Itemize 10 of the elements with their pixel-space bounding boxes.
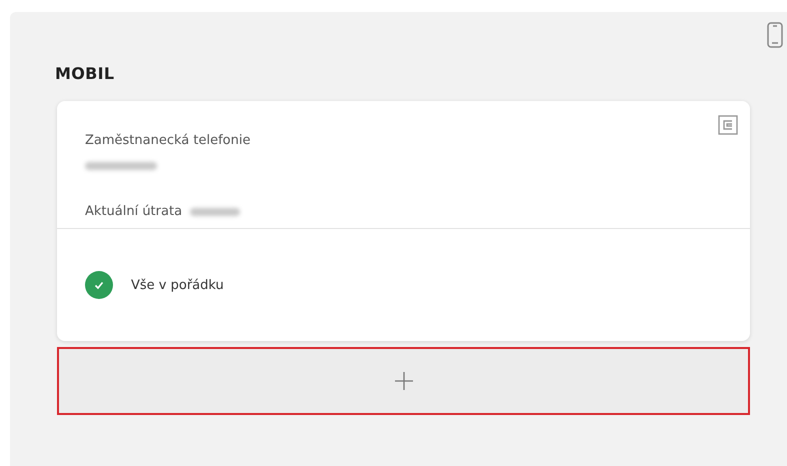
add-button[interactable] xyxy=(57,347,750,415)
card-icon[interactable] xyxy=(718,115,738,135)
phone-icon xyxy=(767,22,783,48)
section-title: MOBIL xyxy=(55,64,116,83)
service-name: Zaměstnanecká telefonie xyxy=(85,133,252,148)
blurred-amount xyxy=(190,208,240,216)
blurred-number xyxy=(85,162,157,170)
spend-label: Aktuální útrata xyxy=(85,204,182,219)
status-text: Vše v pořádku xyxy=(131,278,224,292)
plus-icon xyxy=(394,371,414,391)
